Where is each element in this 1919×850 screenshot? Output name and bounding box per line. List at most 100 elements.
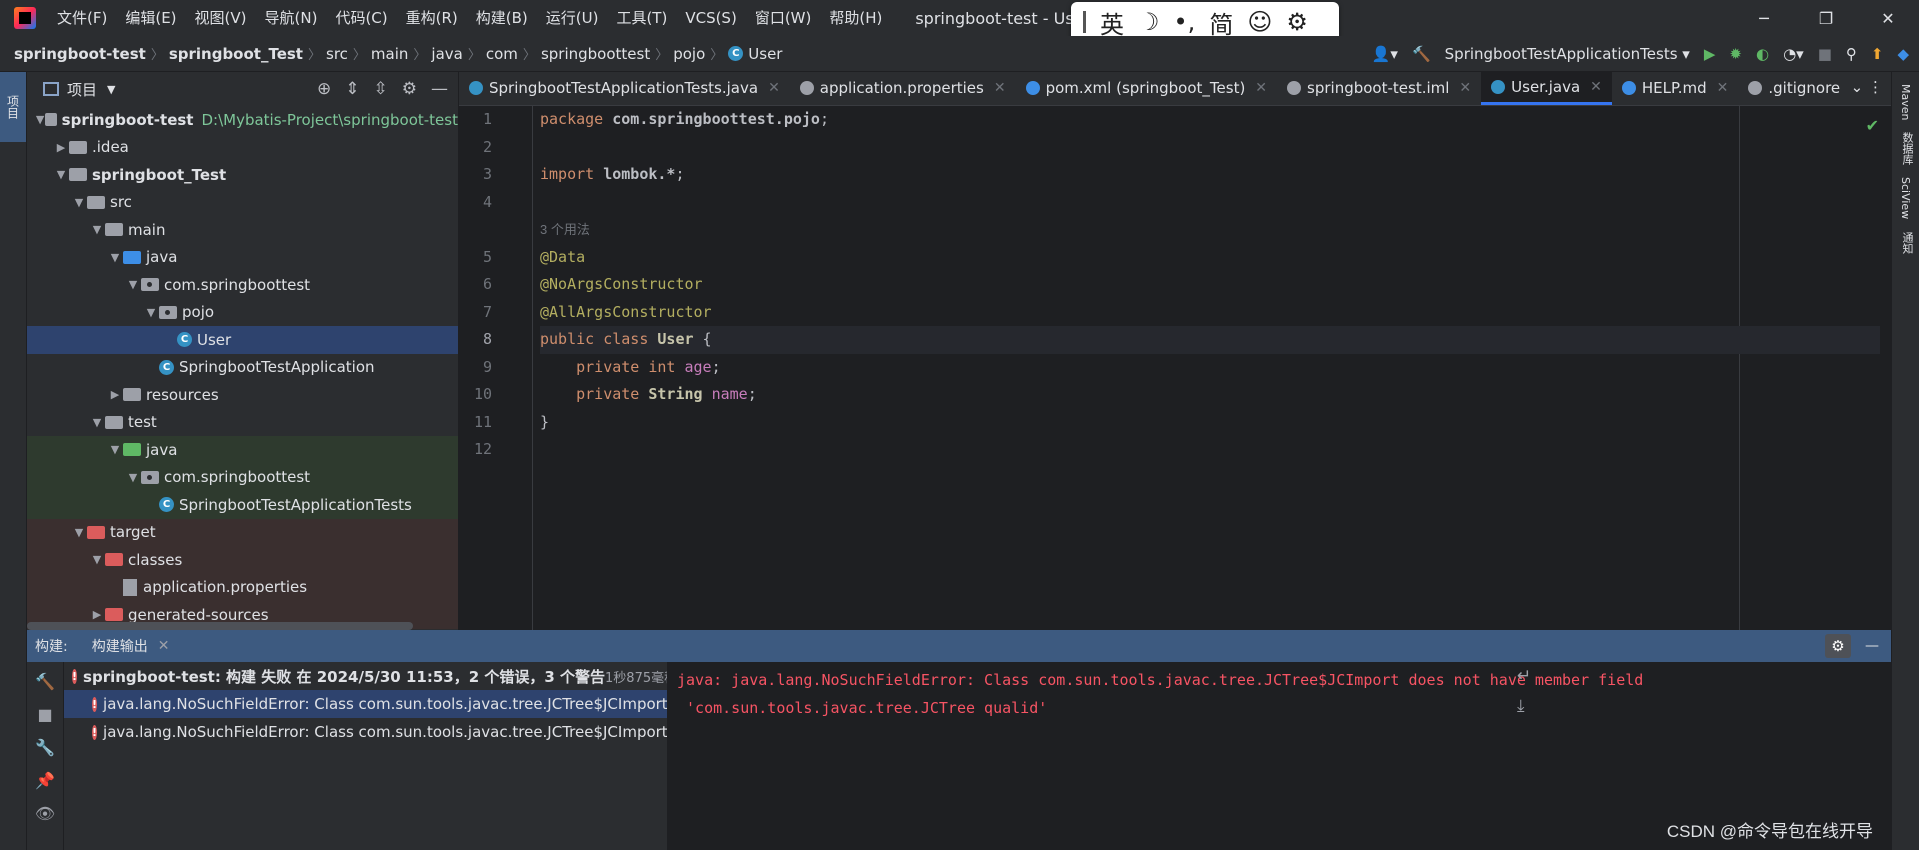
pin-icon[interactable]: 📌: [35, 771, 55, 790]
soft-wrap-icon[interactable]: ↵: [1517, 666, 1531, 686]
editor-tab[interactable]: springboot-test.iml ✕: [1277, 72, 1481, 105]
build-tree-item[interactable]: ! java.lang.NoSuchFieldError: Class com.s…: [64, 690, 667, 718]
chevron-down-icon[interactable]: ▼: [125, 278, 141, 291]
update-icon[interactable]: ⬆: [1871, 45, 1884, 63]
crumb-main[interactable]: main: [371, 45, 408, 63]
scroll-to-end-icon[interactable]: ⤓: [1517, 696, 1531, 716]
menu-navigate[interactable]: 导航(N): [256, 0, 327, 36]
crumb-java[interactable]: java: [431, 45, 462, 63]
tree-item[interactable]: ▼ springboot_Test: [27, 161, 458, 189]
gear-icon[interactable]: ⚙: [1825, 634, 1851, 658]
menu-code[interactable]: 代码(C): [326, 0, 396, 36]
usage-hint[interactable]: 3 个用法: [540, 222, 590, 237]
editor-tab[interactable]: HELP.md ✕: [1612, 72, 1738, 105]
profile-icon[interactable]: ◔▾: [1783, 45, 1804, 63]
line-number[interactable]: 8: [459, 326, 532, 354]
menu-run[interactable]: 运行(U): [537, 0, 608, 36]
close-tab-icon[interactable]: ✕: [1459, 80, 1471, 96]
line-number[interactable]: 12: [459, 436, 532, 464]
line-number[interactable]: 9: [459, 354, 532, 382]
tree-item[interactable]: ▼ springboot-test D:\Mybatis-Project\sprin…: [27, 106, 458, 134]
menu-edit[interactable]: 编辑(E): [116, 0, 185, 36]
code-view[interactable]: package com.springboottest.pojo; import …: [540, 106, 1880, 464]
menu-tools[interactable]: 工具(T): [607, 0, 676, 36]
chevron-down-icon[interactable]: ▼: [89, 223, 105, 236]
tree-item[interactable]: ▼ test: [27, 409, 458, 437]
locate-icon[interactable]: ⊕: [317, 79, 331, 99]
crumb-springboottest[interactable]: springboottest: [541, 45, 650, 63]
expand-all-icon[interactable]: ⇕: [345, 79, 359, 99]
close-tab-icon[interactable]: ✕: [1590, 79, 1602, 95]
notifications-tool-tab[interactable]: 通知: [1899, 232, 1915, 254]
gear-icon[interactable]: ⚙: [402, 79, 417, 99]
hide-icon[interactable]: —: [431, 79, 448, 99]
stop-icon[interactable]: ■: [1818, 45, 1832, 63]
wrench-icon[interactable]: 🔧: [35, 738, 55, 757]
build-hammer-icon[interactable]: 🔨: [35, 672, 55, 691]
line-number[interactable]: 10: [459, 381, 532, 409]
crumb-project[interactable]: springboot-test: [14, 45, 146, 63]
tree-item[interactable]: ▼ classes: [27, 546, 458, 574]
build-hammer-icon[interactable]: 🔨: [1412, 45, 1431, 63]
crumb-pojo[interactable]: pojo: [673, 45, 705, 63]
maven-tool-tab[interactable]: Maven: [1899, 84, 1912, 120]
line-number[interactable]: [459, 216, 532, 244]
tree-item[interactable]: ▼ pojo: [27, 299, 458, 327]
crumb-user[interactable]: User: [748, 45, 782, 63]
chevron-down-icon[interactable]: ▼: [53, 168, 69, 181]
toolbox-icon[interactable]: ◆: [1897, 45, 1909, 63]
hide-icon[interactable]: —: [1865, 638, 1879, 654]
line-number[interactable]: 2: [459, 134, 532, 162]
menu-help[interactable]: 帮助(H): [820, 0, 891, 36]
run-config-selector[interactable]: SpringbootTestApplicationTests ▾: [1445, 45, 1690, 63]
chevron-down-icon[interactable]: ▼: [107, 443, 123, 456]
editor-tab[interactable]: .gitignore: [1738, 72, 1850, 105]
user-icon[interactable]: 👤▾: [1372, 45, 1398, 63]
eye-icon[interactable]: 👁: [35, 804, 55, 823]
line-number[interactable]: 5: [459, 244, 532, 272]
tree-item[interactable]: ▶ .idea: [27, 134, 458, 162]
debug-icon[interactable]: ✹: [1729, 45, 1742, 63]
build-tree-item[interactable]: ! java.lang.NoSuchFieldError: Class com.s…: [64, 718, 667, 746]
crumb-module[interactable]: springboot_Test: [169, 45, 303, 63]
tree-item[interactable]: C SpringbootTestApplicationTests: [27, 491, 458, 519]
crumb-com[interactable]: com: [486, 45, 518, 63]
project-tool-tab[interactable]: 项目: [0, 72, 26, 142]
database-tool-tab[interactable]: 数据库: [1899, 132, 1915, 165]
tree-item[interactable]: application.properties: [27, 573, 458, 601]
tree-item[interactable]: ▼ java: [27, 436, 458, 464]
sciview-tool-tab[interactable]: SciView: [1899, 177, 1912, 219]
chevron-down-icon[interactable]: ▼: [89, 416, 105, 429]
ime-moon-icon[interactable]: ☽: [1138, 8, 1160, 36]
editor-tab[interactable]: SpringbootTestApplicationTests.java ✕: [459, 72, 790, 105]
collapse-all-icon[interactable]: ⇳: [374, 79, 388, 99]
menu-refactor[interactable]: 重构(R): [397, 0, 467, 36]
line-number[interactable]: 11: [459, 409, 532, 437]
chevron-down-icon[interactable]: ▼: [107, 251, 123, 264]
chevron-down-icon[interactable]: ▼: [35, 113, 45, 126]
ime-lang-toggle[interactable]: 英: [1100, 5, 1124, 40]
line-number[interactable]: 6: [459, 271, 532, 299]
tab-overflow-icon[interactable]: ⌄ ⋮: [1851, 78, 1883, 96]
close-tab-icon[interactable]: ✕: [1717, 80, 1729, 96]
horizontal-scrollbar[interactable]: [27, 622, 413, 630]
intellij-logo-icon[interactable]: [14, 7, 36, 29]
close-tab-icon[interactable]: ✕: [158, 638, 170, 654]
ime-punct-toggle[interactable]: •,: [1174, 8, 1196, 36]
chevron-right-icon[interactable]: ▶: [107, 388, 123, 401]
close-tab-icon[interactable]: ✕: [1255, 80, 1267, 96]
build-tree-item[interactable]: ! springboot-test: 构建 失败 在 2024/5/30 11:5…: [64, 662, 667, 690]
tree-item[interactable]: C User: [27, 326, 458, 354]
coverage-icon[interactable]: ◐: [1756, 45, 1769, 63]
tree-item[interactable]: ▼ main: [27, 216, 458, 244]
chevron-right-icon[interactable]: ▶: [53, 141, 69, 154]
ime-settings-icon[interactable]: ⚙: [1286, 8, 1308, 36]
tree-item[interactable]: ▼ com.springboottest: [27, 271, 458, 299]
minimize-icon[interactable]: ─: [1733, 0, 1795, 36]
ime-charset-toggle[interactable]: 简: [1209, 5, 1233, 40]
close-tab-icon[interactable]: ✕: [768, 80, 780, 96]
run-icon[interactable]: ▶: [1704, 45, 1716, 63]
project-panel-title[interactable]: 项目: [67, 79, 97, 100]
tree-item[interactable]: ▶ resources: [27, 381, 458, 409]
ime-drag-handle[interactable]: [1083, 11, 1086, 33]
